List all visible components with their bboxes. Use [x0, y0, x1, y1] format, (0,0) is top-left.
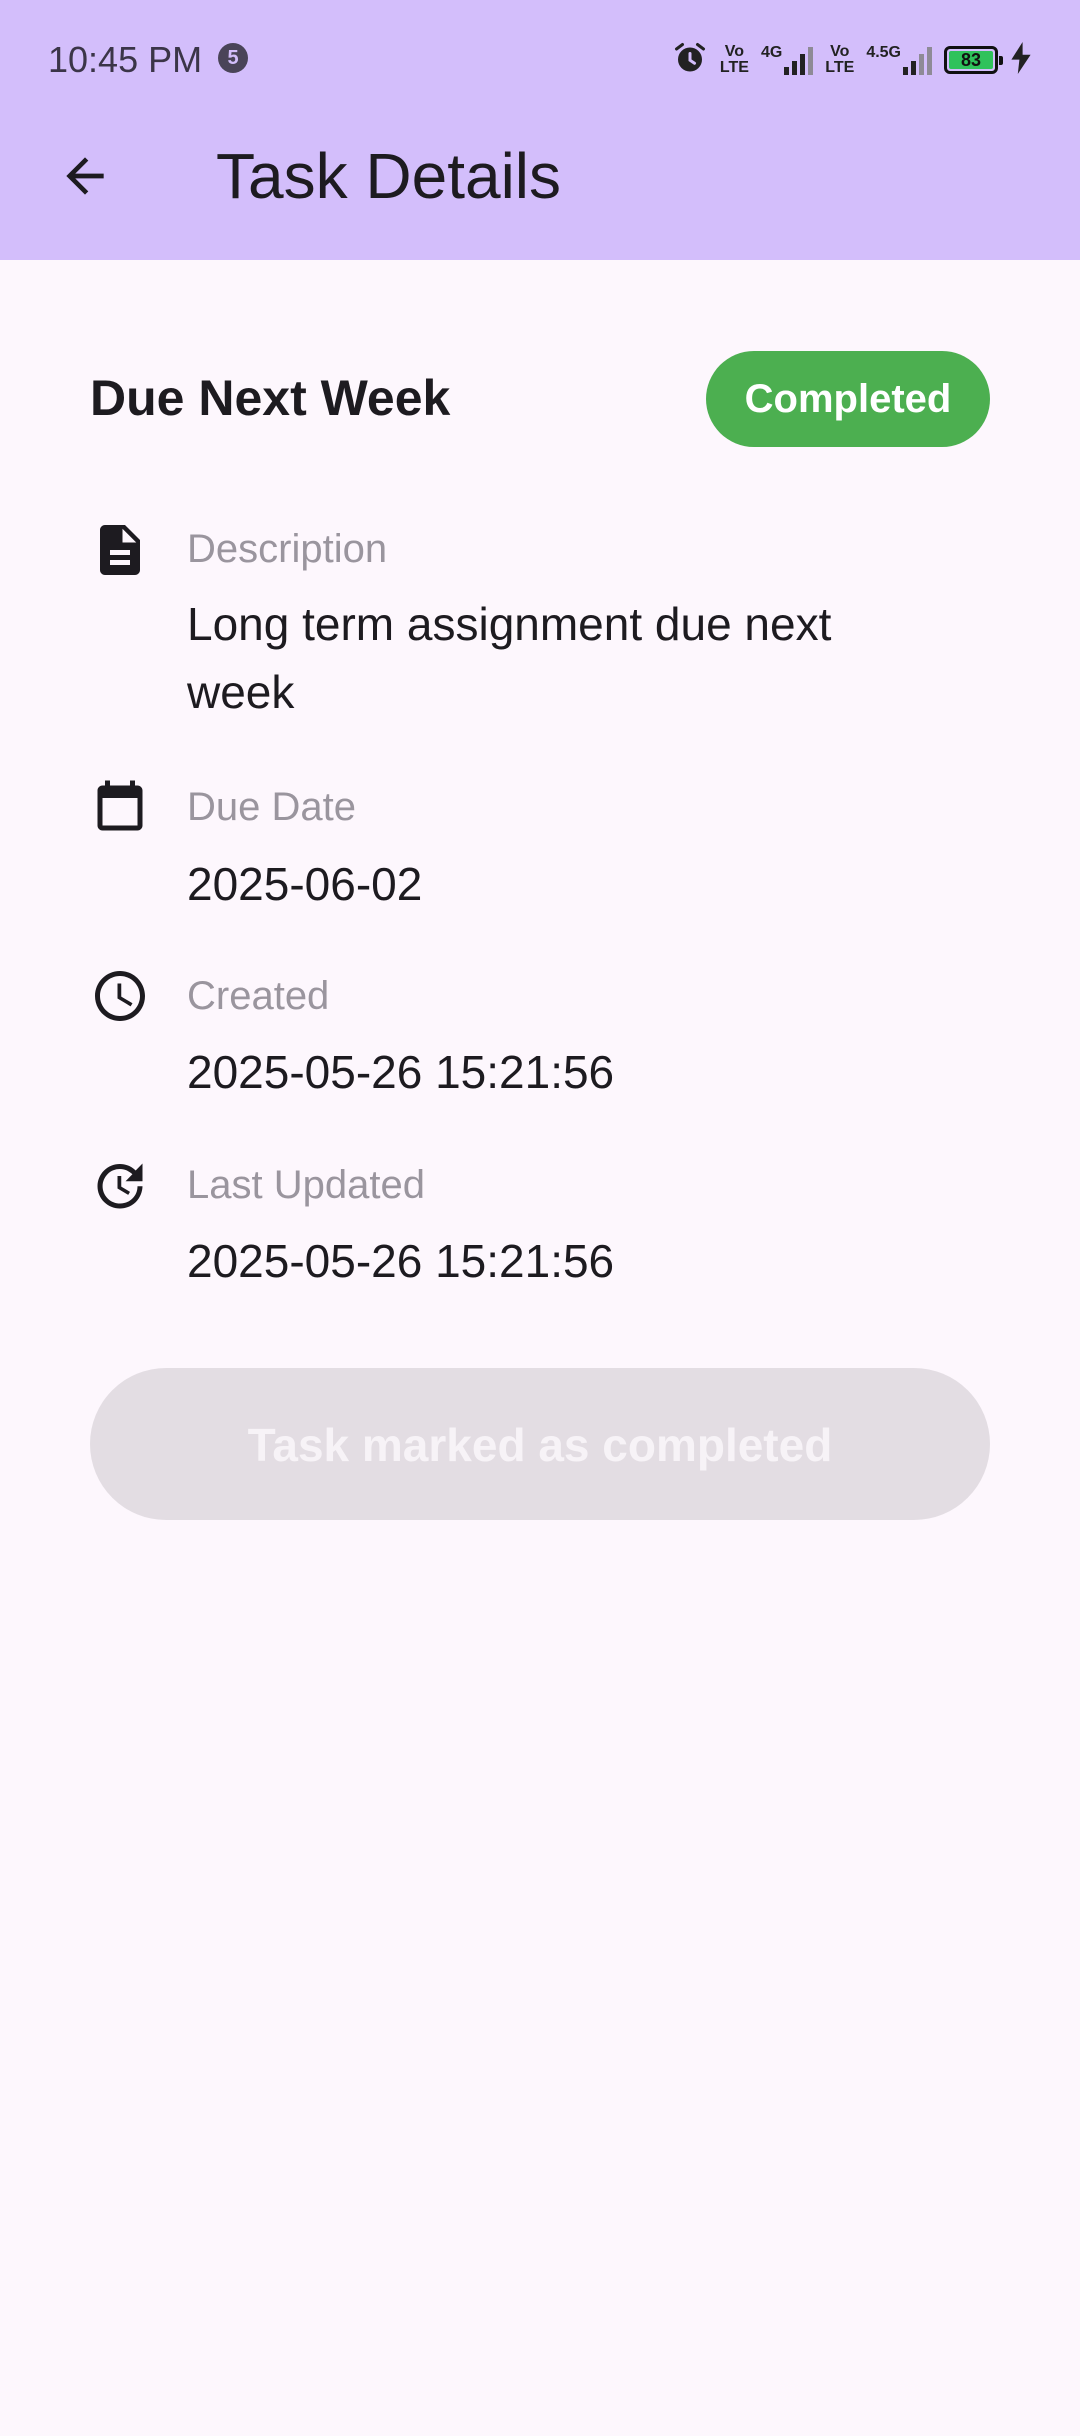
- description-value: Long term assignment due next week: [187, 598, 832, 718]
- signal-strength-2: 4.5G: [866, 45, 932, 75]
- notification-badge: 5: [218, 43, 248, 73]
- page-title: Task Details: [216, 140, 561, 212]
- signal-bars-icon: [903, 45, 932, 75]
- status-icons: Vo LTE 4G Vo LTE 4.5G 83: [672, 36, 1032, 84]
- status-time: 10:45 PM: [48, 39, 203, 80]
- signal-bars-icon: [784, 45, 814, 75]
- due-date-label: Due Date: [187, 785, 356, 829]
- created-value: 2025-05-26 15:21:56: [187, 1046, 615, 1098]
- volte-indicator-1: Vo LTE: [719, 43, 749, 76]
- last-updated-label: Last Updated: [187, 1163, 425, 1207]
- signal-strength-1: 4G: [761, 45, 814, 75]
- description-icon: [90, 520, 150, 580]
- back-button[interactable]: [40, 136, 130, 216]
- task-details-screen: 10:45 PM 5 Vo LTE 4G Vo LTE 4.5G 83 Task…: [0, 0, 1080, 2436]
- task-completed-button[interactable]: Task marked as completed: [90, 1368, 990, 1520]
- battery-level: 83: [949, 51, 993, 69]
- created-label: Created: [187, 974, 330, 1018]
- volte-indicator-2: Vo LTE: [825, 43, 855, 76]
- battery-icon: 83: [944, 46, 1003, 74]
- arrow-back-icon: [66, 157, 104, 195]
- last-updated-value: 2025-05-26 15:21:56: [187, 1235, 615, 1287]
- calendar-icon: [90, 778, 150, 838]
- clock-icon: [90, 966, 150, 1026]
- due-date-value: 2025-06-02: [187, 858, 423, 910]
- alarm-icon: [672, 40, 708, 81]
- description-label: Description: [187, 527, 388, 571]
- status-badge: Completed: [706, 351, 990, 447]
- charging-icon: [1010, 41, 1032, 79]
- update-icon: [90, 1156, 150, 1216]
- task-title: Due Next Week: [90, 370, 451, 426]
